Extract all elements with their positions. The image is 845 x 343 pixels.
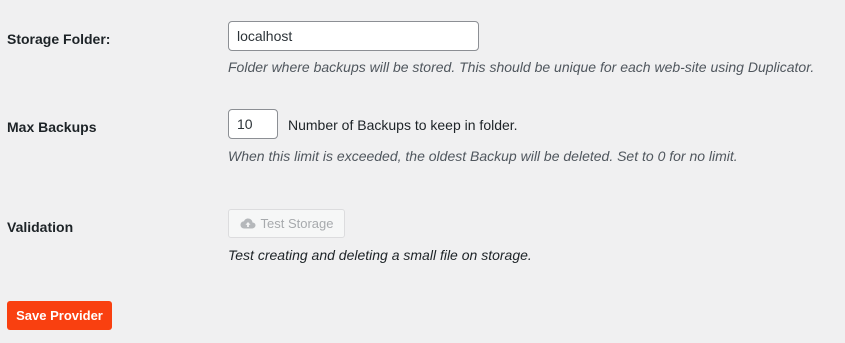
validation-label: Validation <box>7 219 74 235</box>
cloud-upload-icon <box>240 218 256 230</box>
max-backups-label: Max Backups <box>7 119 97 135</box>
save-provider-button[interactable]: Save Provider <box>7 301 112 330</box>
max-backups-field-wrap <box>228 109 278 139</box>
max-backups-inline-text: Number of Backups to keep in folder. <box>288 117 518 133</box>
storage-folder-description: Folder where backups will be stored. Thi… <box>228 59 815 75</box>
storage-provider-form: Storage Folder: Folder where backups wil… <box>0 0 845 343</box>
storage-folder-label: Storage Folder: <box>7 31 111 47</box>
max-backups-input[interactable] <box>228 109 278 139</box>
max-backups-description: When this limit is exceeded, the oldest … <box>228 148 738 164</box>
test-storage-button-label: Test Storage <box>260 216 334 231</box>
storage-folder-field-wrap <box>228 21 479 51</box>
storage-folder-input[interactable] <box>228 21 479 51</box>
test-storage-button[interactable]: Test Storage <box>228 209 345 238</box>
validation-description: Test creating and deleting a small file … <box>228 247 532 263</box>
